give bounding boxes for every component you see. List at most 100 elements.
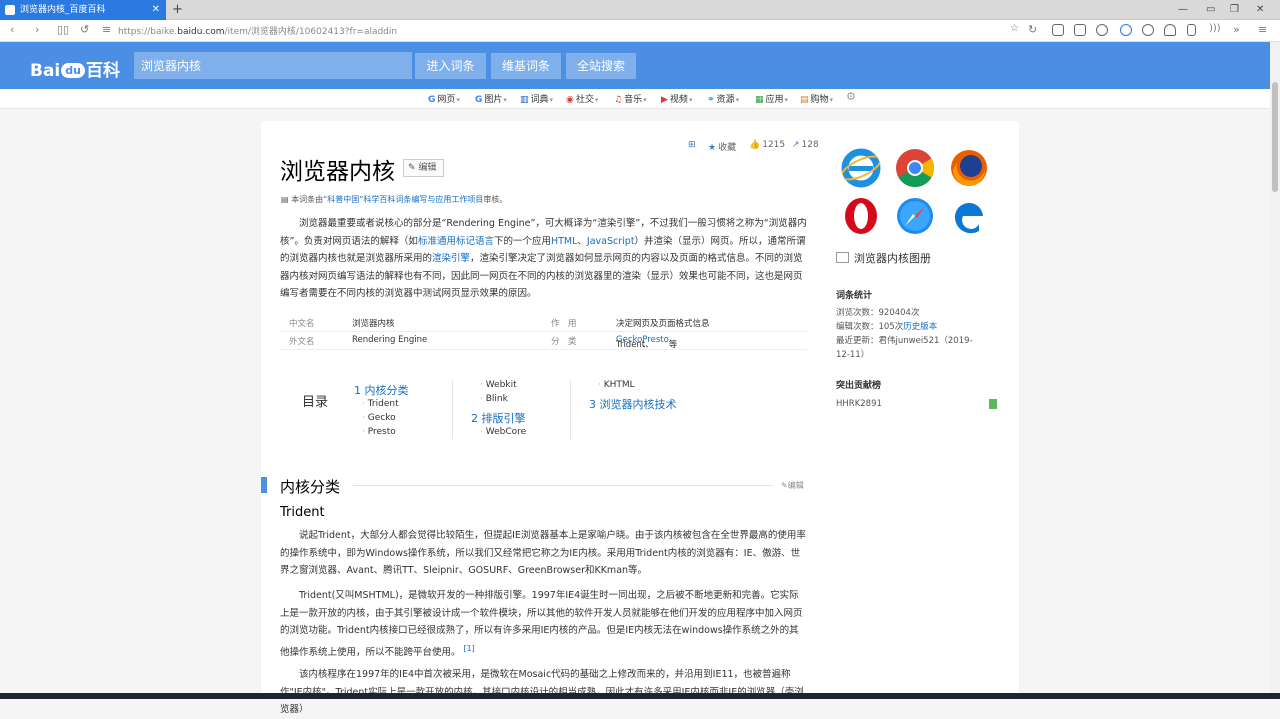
tab-active[interactable]: 浏览器内核_百度百科 ✕ [0, 0, 166, 20]
info-key: 外文名 [289, 337, 315, 347]
share-button[interactable]: ↗ 128 [792, 140, 819, 150]
toc-divider [452, 381, 453, 439]
close-window-icon[interactable]: ✕ [1256, 0, 1264, 20]
toc-subitem[interactable]: Trident [362, 399, 399, 409]
stats-heading: 词条统计 [836, 291, 873, 301]
tab-title: 浏览器内核_百度百科 [20, 5, 106, 15]
search-input[interactable] [134, 52, 412, 79]
star-icon: ★ [708, 143, 717, 153]
minimize-icon[interactable]: — [1178, 0, 1188, 20]
channel-social[interactable]: ◉ 社交▾ [566, 92, 598, 105]
channel-web[interactable]: G 网页▾ [428, 92, 460, 105]
info-text: 、 [642, 340, 651, 350]
settings-gear-icon[interactable]: ⚙ [846, 90, 856, 103]
share-icon: ↗ [792, 140, 800, 150]
info-key: 中文名 [289, 319, 315, 329]
restore-icon[interactable]: ❐ [1230, 0, 1239, 20]
cloud-icon[interactable] [1096, 24, 1108, 36]
edge-logo-icon [954, 202, 983, 234]
forward-icon[interactable]: › [35, 23, 39, 36]
more-icon[interactable]: » [1233, 23, 1240, 36]
toc-subitem[interactable]: WebCore [480, 427, 526, 437]
baike-favicon-icon [5, 5, 15, 15]
edit-label: 编辑 [418, 163, 437, 173]
chevron-down-icon: ▾ [829, 96, 834, 104]
edit-entry-button[interactable]: ✎ 编辑 [403, 159, 444, 177]
intro-text: 、 [577, 235, 587, 247]
chevron-down-icon: ▾ [643, 96, 647, 104]
new-tab-button[interactable]: + [172, 0, 183, 20]
clock-icon[interactable] [1142, 24, 1154, 36]
last-updated: 最近更新：君伟junwei521（2019-12-11） [836, 336, 973, 360]
video-icon: ▶ [661, 95, 668, 105]
sgml-link[interactable]: 标准通用标记语言 [418, 236, 494, 247]
like-button[interactable]: 👍 1215 [749, 140, 785, 150]
gallery-link[interactable]: 浏览器内核图册 [836, 250, 931, 266]
toc-item[interactable]: 3 浏览器内核技术 [589, 396, 677, 412]
toc-subitem[interactable]: KHTML [598, 380, 635, 390]
toc-subitem[interactable]: Blink [480, 394, 508, 404]
download-icon[interactable] [1052, 24, 1064, 36]
channel-label: 图片 [484, 95, 503, 105]
intro-text: 下的一个应用 [493, 235, 551, 247]
channel-resource[interactable]: ⚭ 资源▾ [707, 92, 739, 105]
toc-item[interactable]: 1 内核分类 [354, 382, 409, 398]
hamburger-icon[interactable]: ≡ [1258, 23, 1267, 36]
contributor-row: HHRK2891 [836, 397, 1001, 411]
history-versions-link[interactable]: 历史版本 [903, 322, 937, 332]
audit-post: 审核。 [483, 195, 508, 204]
headphones-icon[interactable] [1164, 24, 1176, 36]
wiki-entry-button[interactable]: 维基词条 [491, 53, 561, 79]
close-tab-icon[interactable]: ✕ [152, 0, 160, 20]
section-rule [353, 485, 773, 486]
channel-shopping[interactable]: ▤ 购物▾ [800, 92, 833, 105]
back-icon[interactable]: ‹ [10, 23, 14, 36]
rss-icon[interactable]: ))) [1209, 23, 1221, 34]
channel-video[interactable]: ▶ 视频▾ [661, 92, 692, 105]
javascript-link[interactable]: JavaScript [587, 236, 635, 247]
history-icon[interactable]: ↺ [80, 23, 89, 36]
toc-subitem[interactable]: Gecko [362, 413, 396, 423]
contributor-name[interactable]: HHRK2891 [836, 399, 882, 409]
bookmark-icon[interactable] [1187, 24, 1196, 36]
contributor-badge-icon [989, 399, 997, 409]
bookmark-star-icon[interactable]: ☆ [1010, 23, 1019, 34]
chevron-down-icon: ▾ [688, 96, 693, 104]
site-search-button[interactable]: 全站搜索 [566, 53, 636, 79]
channel-label: 网页 [437, 95, 456, 105]
info-value: Trident、 Gecko、 Presto 等 [616, 335, 677, 350]
tab-bar: 浏览器内核_百度百科 ✕ + — ▭ ❐ ✕ [0, 0, 1280, 20]
channel-dict[interactable]: ▥ 词典▾ [520, 92, 553, 105]
baike-header: Baidu百科 进入词条 维基词条 全站搜索 [0, 42, 1270, 89]
address-bar: ‹ › ▯▯ ↺ ≡ https://baike.baidu.com/item/… [0, 20, 1280, 42]
chevron-down-icon: ▾ [594, 96, 599, 104]
channel-music[interactable]: ♫ 音乐▾ [614, 92, 647, 105]
page-scrollbar[interactable] [1270, 42, 1280, 699]
share-count: 128 [801, 140, 819, 150]
thumbs-up-icon: 👍 [749, 140, 761, 150]
compass-icon[interactable] [1120, 24, 1132, 36]
scrollbar-thumb[interactable] [1272, 82, 1278, 192]
section-edit-button[interactable]: ✎编辑 [781, 480, 804, 491]
reload-icon[interactable]: ↻ [1028, 23, 1037, 36]
audit-project-link[interactable]: “科普中国”科学百科词条编写与应用工作项目 [323, 195, 483, 204]
window-menu-icon[interactable]: ▭ [1206, 0, 1215, 20]
toc-item[interactable]: 2 排版引擎 [471, 410, 526, 426]
html-link[interactable]: HTML [551, 236, 577, 247]
baidu-baike-logo[interactable]: Bai du 百科 [30, 56, 120, 81]
url-prefix: https://baike. [118, 27, 178, 37]
toc-subitem[interactable]: Webkit [480, 380, 517, 390]
rendering-engine-link[interactable]: 渲染引擎 [432, 253, 470, 264]
chrome-logo-icon [896, 149, 935, 188]
menu-lines-icon[interactable]: ≡ [102, 23, 111, 36]
channel-images[interactable]: G 图片▾ [475, 92, 507, 105]
camera-icon[interactable] [1074, 24, 1086, 36]
url-field[interactable]: https://baike.baidu.com/item/浏览器内核/10602… [118, 24, 397, 37]
reference-link[interactable]: [1] [464, 644, 475, 653]
channel-apps[interactable]: ▦ 应用▾ [755, 92, 788, 105]
toc-subitem[interactable]: Presto [362, 427, 396, 437]
enter-entry-button[interactable]: 进入词条 [415, 53, 486, 79]
collect-button[interactable]: ★ 收藏 [708, 140, 736, 153]
add-icon[interactable]: ⊞ [688, 140, 698, 150]
reader-icon[interactable]: ▯▯ [57, 23, 69, 36]
